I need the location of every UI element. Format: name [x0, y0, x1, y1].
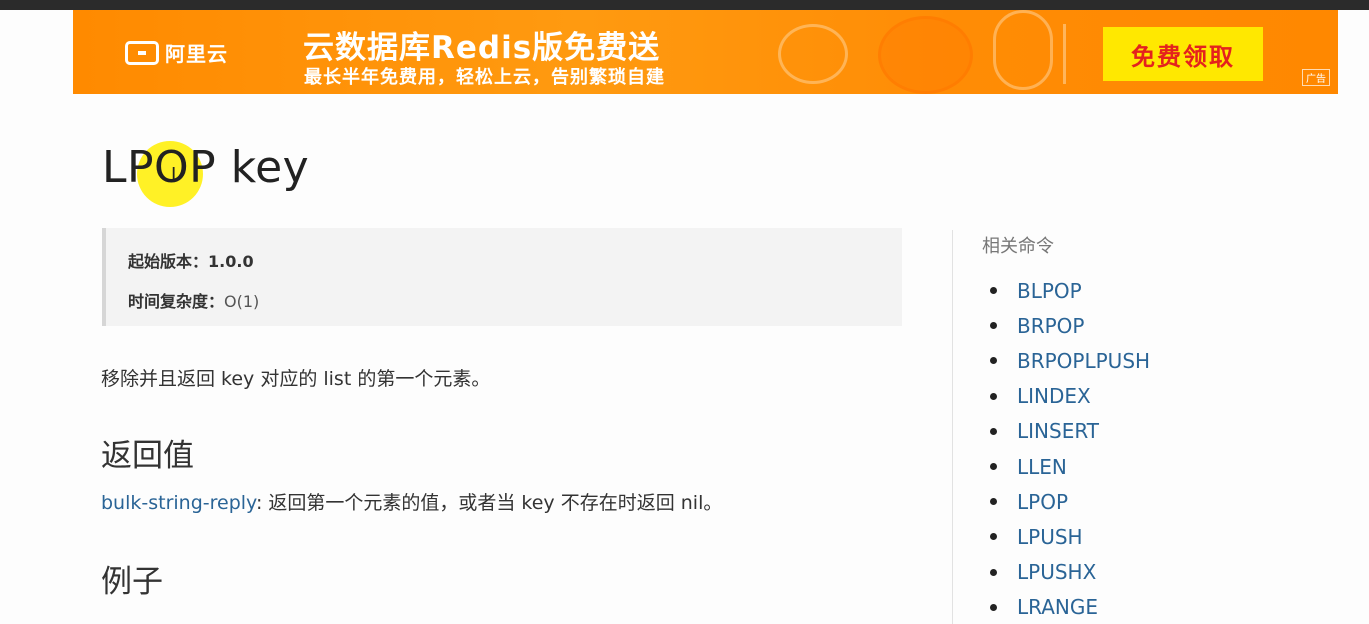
list-item: LPUSHX [990, 555, 1150, 590]
bulk-string-reply-link[interactable]: bulk-string-reply [101, 492, 256, 514]
related-command-link[interactable]: LPUSH [1017, 525, 1083, 549]
return-heading: 返回值 [101, 438, 194, 474]
decorative-shape [993, 10, 1053, 90]
related-command-link[interactable]: LINSERT [1017, 419, 1099, 443]
related-command-link[interactable]: LPUSHX [1017, 560, 1096, 584]
related-command-link[interactable]: LINDEX [1017, 384, 1091, 408]
page-title: LPOP key [102, 142, 310, 193]
list-item: BRPOP [990, 308, 1150, 343]
bullet-icon [990, 498, 997, 506]
bullet-icon [990, 287, 997, 295]
related-command-link[interactable]: LPOP [1017, 490, 1068, 514]
info-box: 起始版本：1.0.0 时间复杂度：O(1) [102, 228, 902, 326]
related-command-link[interactable]: LRANGE [1017, 595, 1098, 619]
ad-banner[interactable]: 阿里云 云数据库Redis版免费送 最长半年免费用，轻松上云，告别繁琐自建 免费… [73, 10, 1338, 94]
bullet-icon [990, 568, 997, 576]
list-item: LPOP [990, 484, 1150, 519]
banner-title: 云数据库Redis版免费送 [303, 30, 661, 66]
list-item: BLPOP [990, 273, 1150, 308]
decorative-shape [778, 24, 848, 84]
browser-top-bar [0, 0, 1369, 10]
related-command-link[interactable]: BRPOP [1017, 314, 1084, 338]
list-item: LRANGE [990, 590, 1150, 624]
text-cursor-icon: I [171, 164, 177, 185]
related-commands-list: BLPOP BRPOP BRPOPLPUSH LINDEX LINSERT LL… [990, 273, 1150, 624]
bullet-icon [990, 427, 997, 435]
banner-subtitle: 最长半年免费用，轻松上云，告别繁琐自建 [304, 67, 665, 88]
aliyun-logo-icon [125, 40, 159, 65]
return-description: : 返回第一个元素的值，或者当 key 不存在时返回 nil。 [255, 492, 723, 514]
bullet-icon [990, 603, 997, 611]
decorative-shape [878, 16, 973, 94]
since-value: 1.0.0 [208, 252, 254, 271]
related-command-link[interactable]: BRPOPLPUSH [1017, 349, 1150, 373]
logo-text: 阿里云 [165, 42, 228, 66]
complexity-label: 时间复杂度： [128, 292, 225, 311]
complexity-value: O(1) [224, 292, 260, 311]
related-command-link[interactable]: LLEN [1017, 455, 1067, 479]
related-command-link[interactable]: BLPOP [1017, 279, 1082, 303]
list-item: LPUSH [990, 519, 1150, 554]
list-item: LINDEX [990, 379, 1150, 414]
command-description: 移除并且返回 key 对应的 list 的第一个元素。 [101, 368, 491, 390]
since-label: 起始版本： [128, 252, 209, 271]
bullet-icon [990, 322, 997, 330]
decorative-shape [1063, 24, 1066, 84]
bullet-icon [990, 392, 997, 400]
list-item: LLEN [990, 449, 1150, 484]
example-heading: 例子 [101, 564, 163, 600]
list-item: BRPOPLPUSH [990, 343, 1150, 378]
related-commands-title: 相关命令 [982, 236, 1054, 257]
sidebar-divider [952, 230, 953, 624]
time-complexity: 时间复杂度：O(1) [128, 288, 259, 312]
since-version: 起始版本：1.0.0 [128, 248, 254, 272]
bullet-icon [990, 463, 997, 471]
list-item: LINSERT [990, 414, 1150, 449]
bullet-icon [990, 357, 997, 365]
bullet-icon [990, 533, 997, 541]
aliyun-logo: 阿里云 [125, 38, 228, 67]
free-claim-button[interactable]: 免费领取 [1103, 27, 1263, 81]
ad-tag: 广告 [1302, 69, 1330, 86]
return-value-text: bulk-string-reply: 返回第一个元素的值，或者当 key 不存在… [101, 488, 722, 515]
